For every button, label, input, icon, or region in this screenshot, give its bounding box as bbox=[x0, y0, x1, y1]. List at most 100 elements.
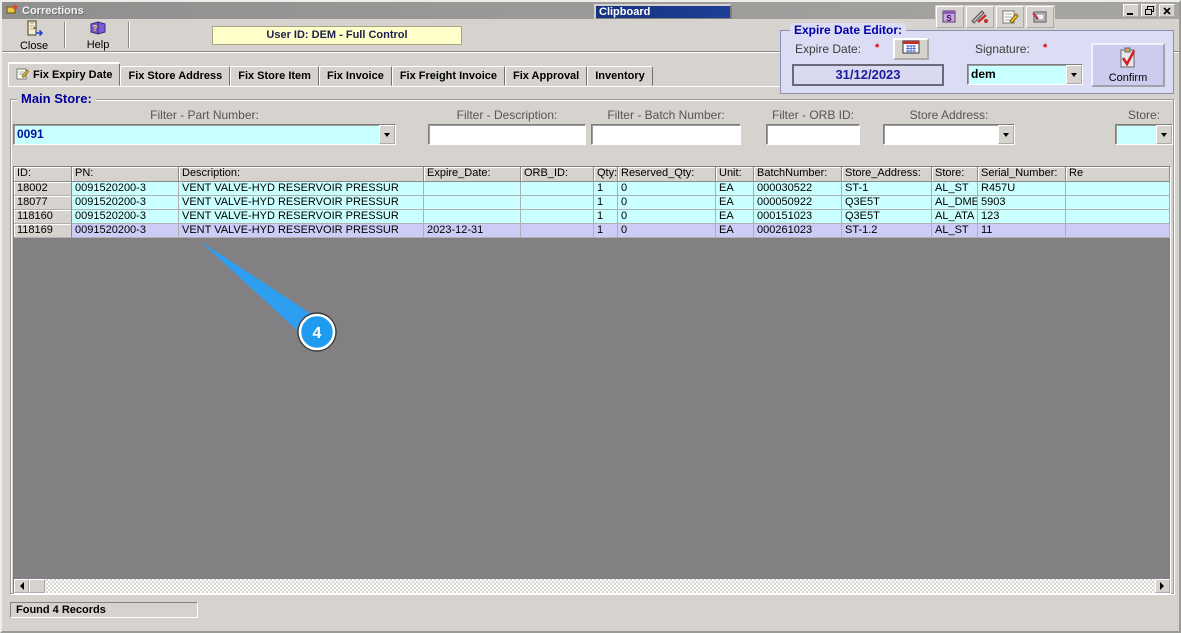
tab-fix-approval[interactable]: Fix Approval bbox=[505, 66, 588, 86]
scroll-right-icon[interactable] bbox=[1155, 579, 1170, 593]
table-cell: 1 bbox=[594, 210, 618, 224]
table-cell: 0 bbox=[618, 224, 716, 238]
book-print-icon[interactable] bbox=[1026, 6, 1054, 28]
column-header-reserved-qty[interactable]: Reserved_Qty: bbox=[618, 167, 716, 182]
calendar-picker-button[interactable] bbox=[893, 38, 929, 60]
filter-label: Filter - Batch Number: bbox=[607, 108, 725, 122]
chevron-down-icon[interactable] bbox=[1156, 125, 1172, 144]
column-header-serial-number[interactable]: Serial_Number: bbox=[978, 167, 1066, 182]
table-cell: 0 bbox=[618, 196, 716, 210]
minimize-icon[interactable] bbox=[1123, 4, 1139, 17]
filter-input-filter-batch-number[interactable] bbox=[591, 124, 741, 145]
table-cell: AL_ST bbox=[932, 224, 978, 238]
edit-note-icon bbox=[16, 67, 30, 83]
filter-combo-store[interactable] bbox=[1115, 124, 1173, 145]
scroll-left-icon[interactable] bbox=[14, 579, 29, 593]
table-cell: EA bbox=[716, 196, 754, 210]
filter-label: Filter - Part Number: bbox=[150, 108, 259, 122]
expire-date-editor-panel: Expire Date Editor: Expire Date: * 31/12… bbox=[780, 23, 1174, 94]
column-header-batchnumber[interactable]: BatchNumber: bbox=[754, 167, 842, 182]
help-button[interactable]: ? Help bbox=[72, 20, 124, 51]
signature-combo[interactable]: dem bbox=[967, 64, 1083, 85]
close-button[interactable]: Close bbox=[8, 20, 60, 52]
column-header-re[interactable]: Re bbox=[1066, 167, 1170, 182]
column-header-unit[interactable]: Unit: bbox=[716, 167, 754, 182]
table-row[interactable]: 118169 0091520200-3 VENT VALVE-HYD RESERVO… bbox=[14, 224, 1170, 238]
combo-value bbox=[884, 125, 998, 144]
tab-bar: Fix Expiry Date Fix Store Address Fix Stor… bbox=[8, 63, 653, 86]
filter-filter-description: Filter - Description: bbox=[428, 108, 586, 145]
table-cell: AL_ST bbox=[932, 182, 978, 196]
signature-required-marker: * bbox=[1043, 42, 1048, 54]
column-header-expire-date[interactable]: Expire_Date: bbox=[424, 167, 521, 182]
table-cell: Q3E5T bbox=[842, 196, 932, 210]
filter-filter-orb-id: Filter - ORB ID: bbox=[766, 108, 860, 145]
table-cell: 18002 bbox=[14, 182, 72, 196]
expire-date-label: Expire Date: bbox=[795, 42, 862, 56]
table-cell: VENT VALVE-HYD RESERVOIR PRESSUR bbox=[179, 224, 424, 238]
table-cell bbox=[1066, 224, 1170, 238]
combo-value: 0091 bbox=[17, 127, 44, 141]
table-row[interactable]: 118160 0091520200-3 VENT VALVE-HYD RESERVO… bbox=[14, 210, 1170, 224]
edit-pad-icon[interactable] bbox=[996, 6, 1024, 28]
chevron-down-icon[interactable] bbox=[1066, 65, 1082, 84]
table-cell: AL_ATA bbox=[932, 210, 978, 224]
table-cell bbox=[521, 196, 594, 210]
tab-fix-store-item[interactable]: Fix Store Item bbox=[230, 66, 319, 86]
filter-label: Store: bbox=[1127, 108, 1160, 122]
main-store-group: Main Store: Filter - Part Number: 0091 Fil… bbox=[10, 91, 1174, 594]
chevron-down-icon[interactable] bbox=[998, 125, 1014, 144]
filter-input-filter-description[interactable] bbox=[428, 124, 586, 145]
tab-fix-expiry-date[interactable]: Fix Expiry Date bbox=[8, 63, 121, 86]
help-book-icon: ? bbox=[88, 20, 108, 39]
table-cell: 5903 bbox=[978, 196, 1066, 210]
tab-fix-store-address[interactable]: Fix Store Address bbox=[120, 66, 231, 86]
table-cell: ST-1 bbox=[842, 182, 932, 196]
table-cell: 1 bbox=[594, 182, 618, 196]
chevron-down-icon[interactable] bbox=[379, 125, 395, 144]
filter-store: Store: bbox=[1115, 108, 1173, 145]
calendar-icon bbox=[902, 40, 920, 59]
filter-combo-filter-part-number[interactable]: 0091 bbox=[13, 124, 396, 145]
clipboard-title: Clipboard bbox=[599, 6, 651, 18]
window-title: Corrections bbox=[22, 4, 84, 17]
column-header-qty[interactable]: Qty: bbox=[594, 167, 618, 182]
window-controls bbox=[1123, 4, 1175, 17]
tab-label: Fix Store Item bbox=[238, 70, 311, 82]
close-window-icon[interactable] bbox=[1159, 4, 1175, 17]
user-id-banner: User ID: DEM - Full Control bbox=[212, 26, 462, 45]
close-button-label: Close bbox=[19, 39, 49, 52]
restore-icon[interactable] bbox=[1141, 4, 1157, 17]
table-cell bbox=[424, 196, 521, 210]
help-button-label: Help bbox=[86, 39, 110, 51]
column-header-id[interactable]: ID: bbox=[14, 167, 72, 182]
table-row[interactable]: 18077 0091520200-3 VENT VALVE-HYD RESERVOI… bbox=[14, 196, 1170, 210]
column-header-store[interactable]: Store: bbox=[932, 167, 978, 182]
table-cell bbox=[424, 210, 521, 224]
clipboard-child-window[interactable]: Clipboard bbox=[594, 4, 732, 20]
table-cell: 000151023 bbox=[754, 210, 842, 224]
tab-label: Fix Freight Invoice bbox=[399, 70, 498, 82]
corrections-window: Corrections Clipboard S Close ? Help Use… bbox=[0, 0, 1181, 633]
utilities-icon[interactable] bbox=[966, 6, 994, 28]
table-cell: EA bbox=[716, 210, 754, 224]
tab-inventory[interactable]: Inventory bbox=[587, 66, 653, 86]
column-header-pn[interactable]: PN: bbox=[72, 167, 179, 182]
tab-fix-freight-invoice[interactable]: Fix Freight Invoice bbox=[391, 66, 506, 86]
clipboard-save-icon[interactable]: S bbox=[936, 6, 964, 28]
column-header-store-address[interactable]: Store_Address: bbox=[842, 167, 932, 182]
table-row[interactable]: 18002 0091520200-3 VENT VALVE-HYD RESERVOI… bbox=[14, 182, 1170, 196]
column-header-orb-id[interactable]: ORB_ID: bbox=[521, 167, 594, 182]
filter-combo-store-address[interactable] bbox=[883, 124, 1015, 145]
table-cell: VENT VALVE-HYD RESERVOIR PRESSUR bbox=[179, 196, 424, 210]
table-cell bbox=[424, 182, 521, 196]
scrollbar-thumb[interactable] bbox=[29, 579, 45, 593]
table-cell: 123 bbox=[978, 210, 1066, 224]
column-header-description[interactable]: Description: bbox=[179, 167, 424, 182]
horizontal-scrollbar[interactable] bbox=[14, 579, 1170, 593]
expire-date-field[interactable]: 31/12/2023 bbox=[792, 64, 944, 86]
filter-input-filter-orb-id[interactable] bbox=[766, 124, 860, 145]
tab-fix-invoice[interactable]: Fix Invoice bbox=[318, 66, 392, 86]
confirm-button[interactable]: Confirm bbox=[1091, 43, 1165, 87]
filter-label: Store Address: bbox=[909, 108, 989, 122]
